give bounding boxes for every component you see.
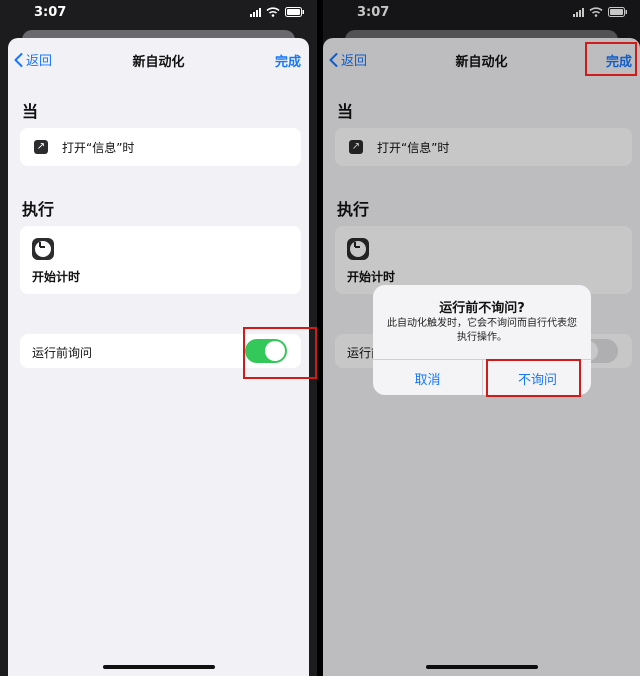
alert-message: 此自动化触发时，它会不询问而自行代表您执行操作。 [387, 318, 577, 343]
status-icons [250, 7, 305, 17]
page-title: 新自动化 [132, 55, 185, 70]
automation-sheet: 返回 新自动化 完成 当 ↗ 打开“信息”时 执行 开始计时 运行前询问 [8, 38, 317, 676]
nav-bar: 返回 新自动化 完成 [8, 38, 309, 82]
signal-icon [250, 7, 261, 17]
left-phone-screen: 3:07 返回 新自动化 完成 当 ↗ 打开“信息”时 执行 开始计时 运行前询… [0, 0, 317, 676]
done-highlight-box [585, 42, 637, 76]
trigger-label: 打开“信息”时 [62, 141, 135, 155]
action-label: 开始计时 [32, 270, 81, 284]
home-indicator [102, 665, 215, 669]
status-bar: 3:07 [0, 0, 317, 28]
clock-icon [32, 238, 54, 260]
wifi-icon [266, 7, 280, 17]
action-card[interactable]: 开始计时 [20, 226, 301, 294]
when-heading: 当 [22, 102, 39, 121]
dont-ask-highlight-box [486, 359, 581, 397]
alert-title: 运行前不询问? [439, 301, 525, 316]
trigger-card[interactable]: ↗ 打开“信息”时 [20, 128, 301, 166]
done-button[interactable]: 完成 [275, 51, 301, 70]
open-app-icon: ↗ [34, 140, 48, 154]
right-phone-screen: 3:07 返回 新自动化 完成 当 ↗ 打开“信息”时 执行 开始计时 运行前询… [323, 0, 640, 676]
do-heading: 执行 [22, 200, 55, 219]
status-time: 3:07 [34, 5, 67, 20]
battery-icon [285, 7, 304, 17]
toggle-highlight-box [243, 327, 317, 379]
cancel-button[interactable]: 取消 [373, 369, 482, 388]
ask-before-running-label: 运行前询问 [32, 346, 93, 360]
